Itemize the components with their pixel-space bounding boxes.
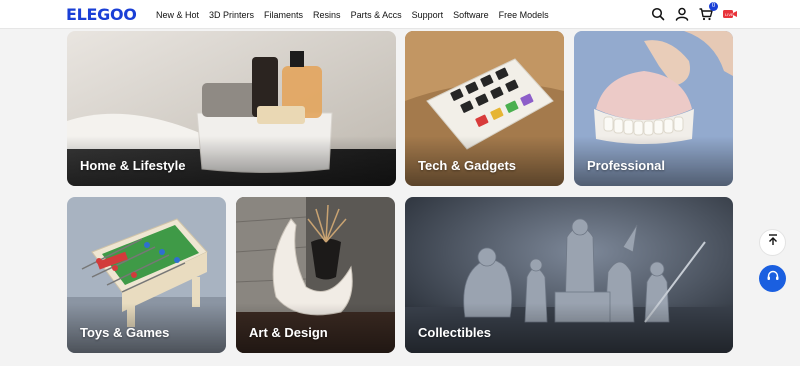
top-navigation-bar: ELEGOO New & Hot 3D Printers Filaments R…: [0, 0, 800, 29]
nav-3d-printers[interactable]: 3D Printers: [209, 10, 254, 20]
arrow-up-to-top-icon: [766, 233, 780, 252]
category-card-toys-games[interactable]: Toys & Games: [67, 197, 226, 353]
elegoo-logo[interactable]: ELEGOO: [66, 5, 137, 24]
cart-count-badge: 0: [709, 2, 718, 11]
category-card-art-design[interactable]: Art & Design: [236, 197, 395, 353]
nav-software[interactable]: Software: [453, 10, 489, 20]
category-label: Art & Design: [249, 325, 328, 340]
category-card-collectibles[interactable]: Collectibles: [405, 197, 733, 353]
category-card-home-lifestyle[interactable]: Home & Lifestyle: [67, 31, 396, 186]
main-nav: New & Hot 3D Printers Filaments Resins P…: [156, 0, 559, 29]
header-icons: 0 LIVE: [650, 2, 738, 22]
logo-text: ELEGOO: [66, 5, 137, 24]
category-label: Collectibles: [418, 325, 491, 340]
category-card-tech-gadgets[interactable]: Tech & Gadgets: [405, 31, 564, 186]
svg-text:LIVE: LIVE: [725, 12, 734, 17]
nav-free-models[interactable]: Free Models: [499, 10, 549, 20]
back-to-top-button[interactable]: [759, 229, 786, 256]
category-label: Home & Lifestyle: [80, 158, 186, 173]
nav-new-hot[interactable]: New & Hot: [156, 10, 199, 20]
category-label: Tech & Gadgets: [418, 158, 517, 173]
nav-filaments[interactable]: Filaments: [264, 10, 303, 20]
category-label: Toys & Games: [80, 325, 170, 340]
nav-resins[interactable]: Resins: [313, 10, 341, 20]
customer-support-button[interactable]: [759, 265, 786, 292]
nav-support[interactable]: Support: [412, 10, 444, 20]
nav-parts-accs[interactable]: Parts & Accs: [351, 10, 402, 20]
search-icon[interactable]: [650, 6, 666, 22]
cart-icon[interactable]: 0: [698, 2, 718, 22]
category-label: Professional: [587, 158, 666, 173]
live-video-icon[interactable]: LIVE: [722, 6, 738, 22]
user-icon[interactable]: [674, 6, 690, 22]
category-card-professional[interactable]: Professional: [574, 31, 733, 186]
headset-icon: [766, 269, 780, 288]
